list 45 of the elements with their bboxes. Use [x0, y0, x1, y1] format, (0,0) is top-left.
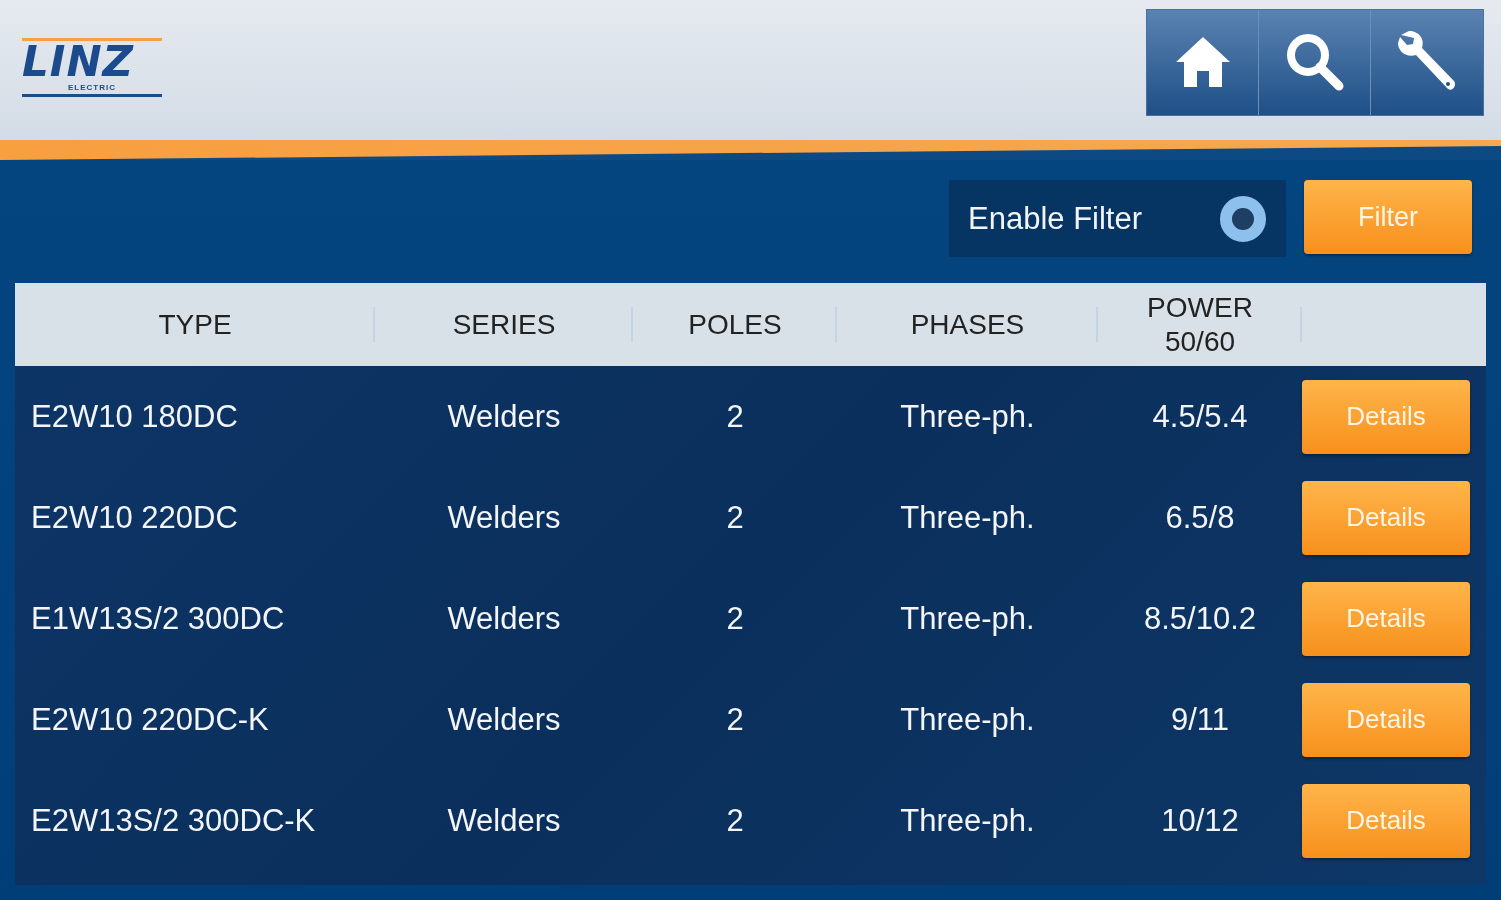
table-cell: Three-ph.: [900, 701, 1035, 738]
home-icon: [1175, 37, 1230, 87]
column-header: POLES: [688, 307, 782, 342]
details-button[interactable]: Details: [1302, 379, 1470, 454]
filter-button[interactable]: Filter: [1304, 180, 1472, 254]
logo: LINZ ELECTRIC: [22, 37, 162, 97]
table-cell: 2: [726, 499, 744, 536]
search-button[interactable]: [1259, 9, 1371, 115]
table-cell: Welders: [447, 398, 561, 435]
table-cell: 6.5/8: [1165, 499, 1235, 536]
table-cell: 2: [726, 600, 744, 637]
column-header: PHASES: [910, 307, 1025, 342]
column-header: POWER 50/60: [1147, 290, 1253, 359]
table-cell: 2: [726, 701, 744, 738]
table-cell: Three-ph.: [900, 499, 1035, 536]
table-cell: Welders: [447, 499, 561, 536]
home-button[interactable]: [1147, 9, 1259, 115]
table-cell: 9/11: [1170, 701, 1229, 738]
table-cell: 10/12: [1161, 802, 1239, 839]
settings-button[interactable]: [1371, 9, 1483, 115]
table-cell: Welders: [447, 802, 561, 839]
table-cell: 8.5/10.2: [1143, 600, 1256, 637]
radio-toggle[interactable]: [1220, 195, 1266, 242]
details-button[interactable]: Details: [1302, 783, 1470, 858]
table-cell: Three-ph.: [900, 802, 1035, 839]
table-cell-text: E1W13S/2 300DC: [30, 600, 285, 637]
table-cell: 2: [726, 398, 744, 435]
table-cell: Three-ph.: [900, 398, 1035, 435]
column-header: TYPE: [158, 307, 232, 342]
table-cell: Three-ph.: [900, 600, 1035, 637]
table-cell-text: E2W10 180DC: [30, 398, 238, 435]
table-cell: 4.5/5.4: [1152, 398, 1248, 435]
table-cell: 2: [726, 802, 744, 839]
details-button[interactable]: Details: [1302, 682, 1470, 757]
table-cell-text: E2W10 220DC: [30, 499, 238, 536]
table-cell: Welders: [447, 701, 561, 738]
enable-filter-label: Enable Filter: [968, 200, 1143, 237]
wrench-icon: [1397, 31, 1457, 93]
details-button[interactable]: Details: [1302, 480, 1470, 555]
table-cell-text: E2W13S/2 300DC-K: [30, 802, 316, 839]
table-cell-text: E2W10 220DC-K: [30, 701, 269, 738]
column-header: SERIES: [452, 307, 556, 342]
search-icon: [1285, 33, 1344, 91]
table-cell: Welders: [447, 600, 561, 637]
details-button[interactable]: Details: [1302, 581, 1470, 656]
